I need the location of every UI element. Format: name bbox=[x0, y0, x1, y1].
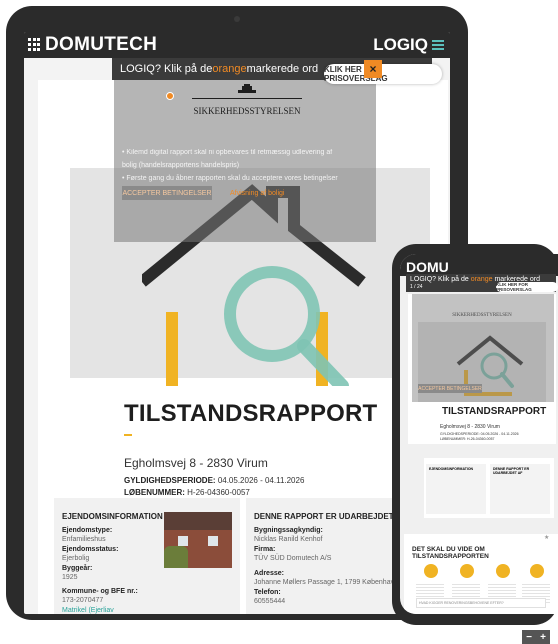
phone-viewer-highlight: orange bbox=[470, 276, 493, 283]
zoom-controls: − + bbox=[522, 630, 550, 644]
phone-device: DOMU LOGIQ? Klik på de orange markerede … bbox=[392, 244, 558, 644]
price-estimate-button[interactable]: KLIK HER FOR PRISOVERSLAG bbox=[324, 64, 442, 84]
address-label: Adresse: bbox=[254, 570, 284, 577]
overlay-line: bolig (handelsrapportens handelspris) bbox=[122, 162, 240, 169]
top-bar: DOMUTECH LOGIQ bbox=[24, 32, 450, 58]
viewer-suffix: markerede ord bbox=[246, 63, 319, 75]
prepared-by-heading: DENNE RAPPORT ER UDARBEJDET AF bbox=[254, 512, 407, 521]
property-info-heading: EJENDOMSINFORMATION bbox=[62, 512, 163, 521]
viewer-prefix: LOGIQ? Klik på de bbox=[120, 63, 213, 75]
phone-property-card: EJENDOMSINFORMATION bbox=[426, 464, 486, 514]
phone-info-cards: EJENDOMSINFORMATION DENNE RAPPORT ER UDA… bbox=[424, 458, 554, 518]
brand-logo[interactable]: DOMUTECH bbox=[28, 34, 157, 56]
lob-label: LØBENUMMER: bbox=[124, 488, 185, 497]
prepared-by-list: Bygningssagkyndig: Nicklas Ranild Kenhof… bbox=[254, 526, 398, 607]
phone-report-meta: GYLDIGHEDSPERIODE: 04.05.2026 - 04.11.20… bbox=[440, 432, 519, 442]
lob-value: H-26-04360-0057 bbox=[187, 488, 250, 497]
logiq-menu[interactable]: LOGIQ bbox=[373, 35, 444, 55]
phone-report-title: TILSTANDSRAPPORT bbox=[442, 406, 547, 417]
viewer-highlight: orange bbox=[212, 63, 247, 75]
phone-screen: DOMU LOGIQ? Klik på de orange markerede … bbox=[400, 254, 558, 614]
house-photo-roof bbox=[164, 512, 232, 530]
expert-label: Bygningssagkyndig: bbox=[254, 527, 323, 534]
report-address: Egholmsvej 8 - 2830 Virum bbox=[124, 456, 268, 470]
phone-viewer-prefix: LOGIQ? Klik på de bbox=[410, 276, 471, 283]
phone-report-address: Egholmsvej 8 - 2830 Virum bbox=[440, 424, 500, 430]
brand-name: DOMUTECH bbox=[45, 34, 158, 55]
firm-value: TÜV SÜD Domutech A/S bbox=[254, 555, 332, 562]
overlay-text: • Kilemd digital rapport skal ni opbevar… bbox=[122, 148, 362, 187]
phone-brand: DOMU bbox=[406, 258, 449, 275]
overlay-line: • Første gang du åbner rapporten skal du… bbox=[122, 175, 338, 182]
cadastre-link[interactable]: Matrikel (Ejerliav bbox=[62, 606, 138, 614]
type-value: Enfamilieshus bbox=[62, 536, 106, 543]
thumbs-icon bbox=[460, 564, 474, 578]
phone-value: 60555444 bbox=[254, 598, 286, 605]
phone-label: Telefon: bbox=[254, 589, 281, 596]
phone-info-right-heading: DENNE RAPPORT ER UDARBEJDET AF bbox=[493, 467, 530, 475]
firm-label: Firma: bbox=[254, 546, 276, 553]
terms-overlay: SIKKERHEDSSTYRELSEN • Kilemd digital rap… bbox=[114, 60, 376, 242]
report-title: TILSTANDSRAPPORT bbox=[124, 400, 378, 427]
overlay-line: • Kilemd digital rapport skal ni opbevar… bbox=[122, 149, 333, 156]
tablet-screen: DOMUTECH LOGIQ TILSTANDSRAPPORT Egholmsv… bbox=[24, 32, 450, 614]
address-value: Johanne Møllers Passage 1, 1799 Københav… bbox=[254, 579, 398, 586]
decline-link[interactable]: Afvisning af boligi bbox=[230, 190, 284, 197]
expert-value: Nicklas Ranild Kenhof bbox=[254, 536, 323, 543]
title-underline bbox=[124, 434, 132, 436]
period-value: 04.05.2026 - 04.11.2026 bbox=[217, 476, 305, 485]
agency-logo: SIKKERHEDSSTYRELSEN bbox=[192, 84, 302, 116]
phone-lob: LØBENUMMER: H-26-04360-0057 bbox=[440, 437, 495, 441]
house-photo-tree bbox=[164, 546, 188, 568]
car-icon bbox=[530, 564, 544, 578]
bfe-label: Kommune- og BFE nr.: bbox=[62, 588, 138, 595]
property-info-list: Ejendomstype: Enfamilieshus Ejendomsstat… bbox=[62, 526, 138, 614]
accept-terms-button[interactable]: ACCEPTER BETINGELSER bbox=[122, 186, 212, 200]
phone-info-left-heading: EJENDOMSINFORMATION bbox=[429, 467, 474, 471]
zoom-in-button[interactable]: + bbox=[540, 632, 546, 643]
phone-search-field[interactable]: HVAD KIGGER RENOVERINGSBEHOVENE EFTER? bbox=[416, 598, 546, 608]
serial-number: LØBENUMMER: H-26-04360-0057 bbox=[124, 488, 250, 497]
phone-accept-button[interactable]: ACCEPTER BETINGELSER bbox=[418, 384, 482, 393]
type-label: Ejendomstype: bbox=[62, 527, 113, 534]
agency-name: SIKKERHEDSSTYRELSEN bbox=[193, 106, 301, 116]
phone-prepared-card: DENNE RAPPORT ER UDARBEJDET AF bbox=[490, 464, 550, 514]
hamburger-icon[interactable] bbox=[432, 40, 444, 50]
logiq-label: LOGIQ bbox=[373, 35, 428, 54]
house-photo-window bbox=[178, 536, 188, 546]
status-label: Ejendomsstatus: bbox=[62, 546, 119, 553]
close-icon[interactable]: × bbox=[364, 60, 382, 78]
camera-icon bbox=[234, 16, 240, 22]
year-label: Byggeår: bbox=[62, 565, 93, 572]
phone-section-title: DET SKAL DU VIDE OM TILSTANDSRAPPORTEN bbox=[412, 546, 489, 560]
property-info-card: EJENDOMSINFORMATION Ejendomstype: Enfami… bbox=[54, 498, 240, 614]
zoom-out-button[interactable]: − bbox=[526, 632, 532, 643]
validity-period: GYLDIGHEDSPERIODE: 04.05.2026 - 04.11.20… bbox=[124, 476, 304, 485]
year-value: 1925 bbox=[62, 574, 78, 581]
house-photo-window bbox=[208, 536, 218, 546]
phone-top-bar: DOMU bbox=[400, 254, 558, 276]
star-icon[interactable]: ★ bbox=[544, 534, 549, 541]
grid-logo-icon bbox=[28, 38, 42, 52]
status-value: Ejerbolig bbox=[62, 555, 90, 562]
period-label: GYLDIGHEDSPERIODE: bbox=[124, 476, 216, 485]
doc-icon bbox=[424, 564, 438, 578]
orange-marker-icon[interactable] bbox=[166, 92, 174, 100]
eye-icon bbox=[496, 564, 510, 578]
phone-price-estimate-button[interactable]: KLIK HER FOR PRISOVERSLAG bbox=[496, 282, 558, 292]
bfe-value: 173-2070477 bbox=[62, 597, 104, 604]
